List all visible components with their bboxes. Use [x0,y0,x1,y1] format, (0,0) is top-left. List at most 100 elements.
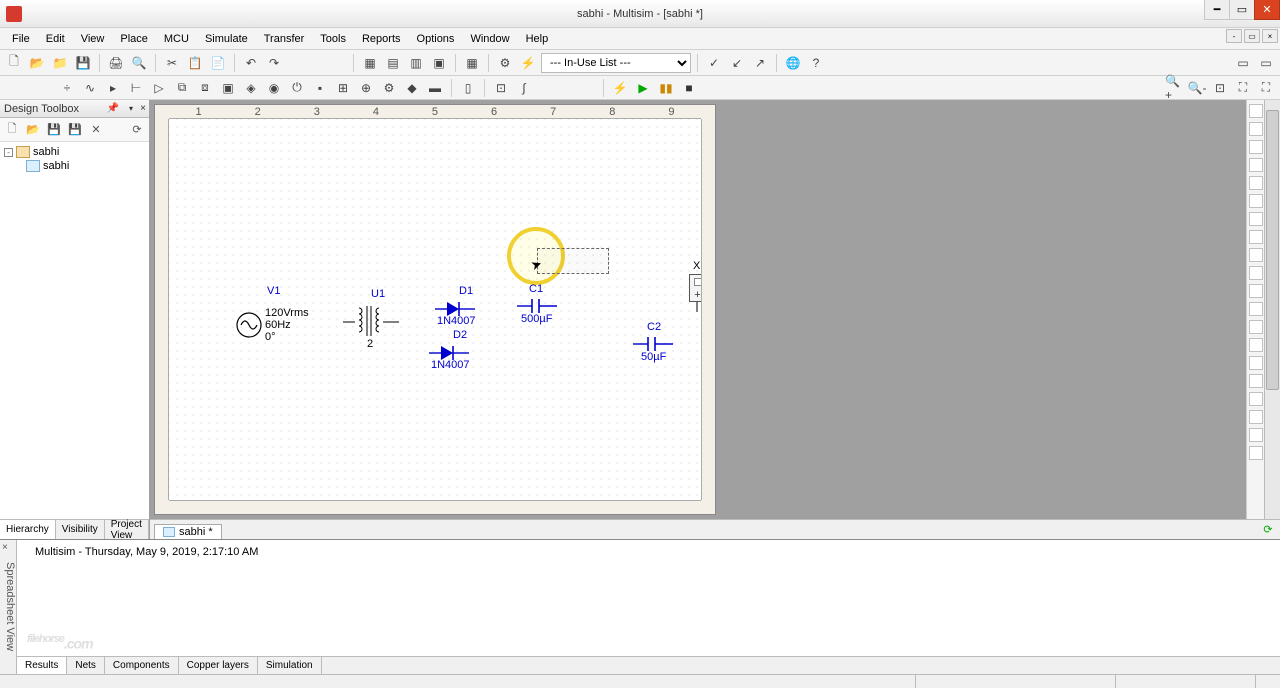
place-rf-button[interactable]: ⊕ [356,78,376,98]
document-tab-sabhi[interactable]: sabhi * [154,524,222,539]
menu-options[interactable]: Options [409,28,463,49]
scrollbar-thumb[interactable] [1266,110,1279,390]
place-ttl-button[interactable]: ⧉ [172,78,192,98]
panel-pin-icon[interactable]: 📌 [107,103,119,114]
menu-window[interactable]: Window [462,28,517,49]
resize-grip[interactable] [1255,675,1280,688]
open-button[interactable]: 📂 [27,53,47,73]
erc-button[interactable]: ✓ [704,53,724,73]
distortion-analyzer-icon[interactable] [1249,302,1263,316]
refresh-tree-icon[interactable]: ⟳ [128,121,146,139]
refresh-tabs-icon[interactable]: ⟳ [1260,522,1276,536]
new-file-icon[interactable]: 🗋 [3,121,21,139]
tab-copper-layers[interactable]: Copper layers [179,657,258,674]
tab-simulation[interactable]: Simulation [258,657,322,674]
close-file-icon[interactable]: ✕ [87,121,105,139]
logic-analyzer-icon[interactable] [1249,248,1263,262]
frequency-counter-icon[interactable] [1249,212,1263,226]
labview-instrument-icon[interactable] [1249,428,1263,442]
logic-converter-icon[interactable] [1249,266,1263,280]
tree-child-node[interactable]: sabhi [26,160,145,172]
place-misc-button[interactable]: ▪ [310,78,330,98]
place-power-button[interactable]: ⏻ [287,78,307,98]
place-misc-digital-button[interactable]: ▣ [218,78,238,98]
wattmeter-icon[interactable] [1249,140,1263,154]
menu-view[interactable]: View [73,28,113,49]
tree-root-node[interactable]: - sabhi [4,146,145,158]
place-diode-button[interactable]: ▸ [103,78,123,98]
place-mcu-button[interactable]: ▯ [458,78,478,98]
place-hierarchical-button[interactable]: ⊡ [491,78,511,98]
word-generator-icon[interactable] [1249,230,1263,244]
menu-mcu[interactable]: MCU [156,28,197,49]
place-bus-button[interactable]: ∫ [514,78,534,98]
open-folder-icon[interactable]: 📂 [24,121,42,139]
panel-dropdown-icon[interactable]: ▾ [129,104,133,113]
interactive-sim-button[interactable]: ⚡ [610,78,630,98]
menu-reports[interactable]: Reports [354,28,409,49]
menu-help[interactable]: Help [518,28,557,49]
spreadsheet-view-sidetab[interactable]: × Spreadsheet View [0,540,17,674]
3d-view-button[interactable]: ▭ [1256,53,1276,73]
save-button[interactable]: 💾 [73,53,93,73]
menu-file[interactable]: File [4,28,38,49]
mdi-close[interactable]: × [1262,29,1278,43]
component-button[interactable]: ⚙ [495,53,515,73]
place-connector-button[interactable]: ▬ [425,78,445,98]
open-sample-button[interactable]: 📁 [50,53,70,73]
stop-button[interactable]: ■ [679,78,699,98]
place-mixed-button[interactable]: ◈ [241,78,261,98]
minimize-button[interactable]: ━ [1204,0,1230,20]
vertical-scrollbar[interactable] [1264,100,1280,519]
place-source-button[interactable]: ÷ [57,78,77,98]
place-indicator-button[interactable]: ◉ [264,78,284,98]
place-electromech-button[interactable]: ⚙ [379,78,399,98]
fullscreen-button[interactable]: ⛶ [1256,78,1276,98]
output-close-icon[interactable]: × [2,542,8,553]
agilent-multimeter-icon[interactable] [1249,374,1263,388]
agilent-function-gen-icon[interactable] [1249,356,1263,370]
paste-button[interactable]: 📄 [208,53,228,73]
selection-box[interactable] [537,248,609,274]
menu-transfer[interactable]: Transfer [256,28,313,49]
cut-button[interactable]: ✂ [162,53,182,73]
menu-edit[interactable]: Edit [38,28,73,49]
run-button[interactable]: ▶ [633,78,653,98]
menu-simulate[interactable]: Simulate [197,28,256,49]
zoom-area-button[interactable]: ⊡ [1210,78,1230,98]
zoom-in-button[interactable]: 🔍+ [1164,78,1184,98]
tab-components[interactable]: Components [105,657,179,674]
place-basic-button[interactable]: ∿ [80,78,100,98]
database-manager-button[interactable]: ▣ [429,53,449,73]
copy-button[interactable]: 📋 [185,53,205,73]
web-button[interactable]: 🌐 [783,53,803,73]
analysis-button[interactable]: ⚡ [518,53,538,73]
save-icon[interactable]: 💾 [45,121,63,139]
undo-button[interactable]: ↶ [241,53,261,73]
oscilloscope-icon[interactable] [1249,158,1263,172]
multimeter-tool-icon[interactable] [1249,104,1263,118]
function-generator-icon[interactable] [1249,122,1263,136]
breadboard-view-button[interactable]: ▭ [1233,53,1253,73]
current-probe-icon[interactable] [1249,446,1263,460]
toggle-spreadsheet[interactable]: ▤ [383,53,403,73]
place-analog-button[interactable]: ▷ [149,78,169,98]
toggle-design-toolbox[interactable]: ▦ [360,53,380,73]
back-annotate-button[interactable]: ↙ [727,53,747,73]
tab-visibility[interactable]: Visibility [56,520,105,539]
zoom-fit-button[interactable]: ⛶ [1233,78,1253,98]
place-cmos-button[interactable]: ⧈ [195,78,215,98]
iv-analyzer-icon[interactable] [1249,284,1263,298]
save-all-icon[interactable]: 💾 [66,121,84,139]
new-button[interactable]: 🗋 [4,53,24,73]
place-ni-button[interactable]: ◆ [402,78,422,98]
agilent-oscilloscope-icon[interactable] [1249,392,1263,406]
toggle-netlist[interactable]: ▥ [406,53,426,73]
menu-tools[interactable]: Tools [312,28,354,49]
maximize-button[interactable]: ▭ [1229,0,1255,20]
place-advanced-button[interactable]: ⊞ [333,78,353,98]
menu-place[interactable]: Place [112,28,156,49]
bode-plotter-icon[interactable] [1249,194,1263,208]
redo-button[interactable]: ↷ [264,53,284,73]
spectrum-analyzer-icon[interactable] [1249,320,1263,334]
